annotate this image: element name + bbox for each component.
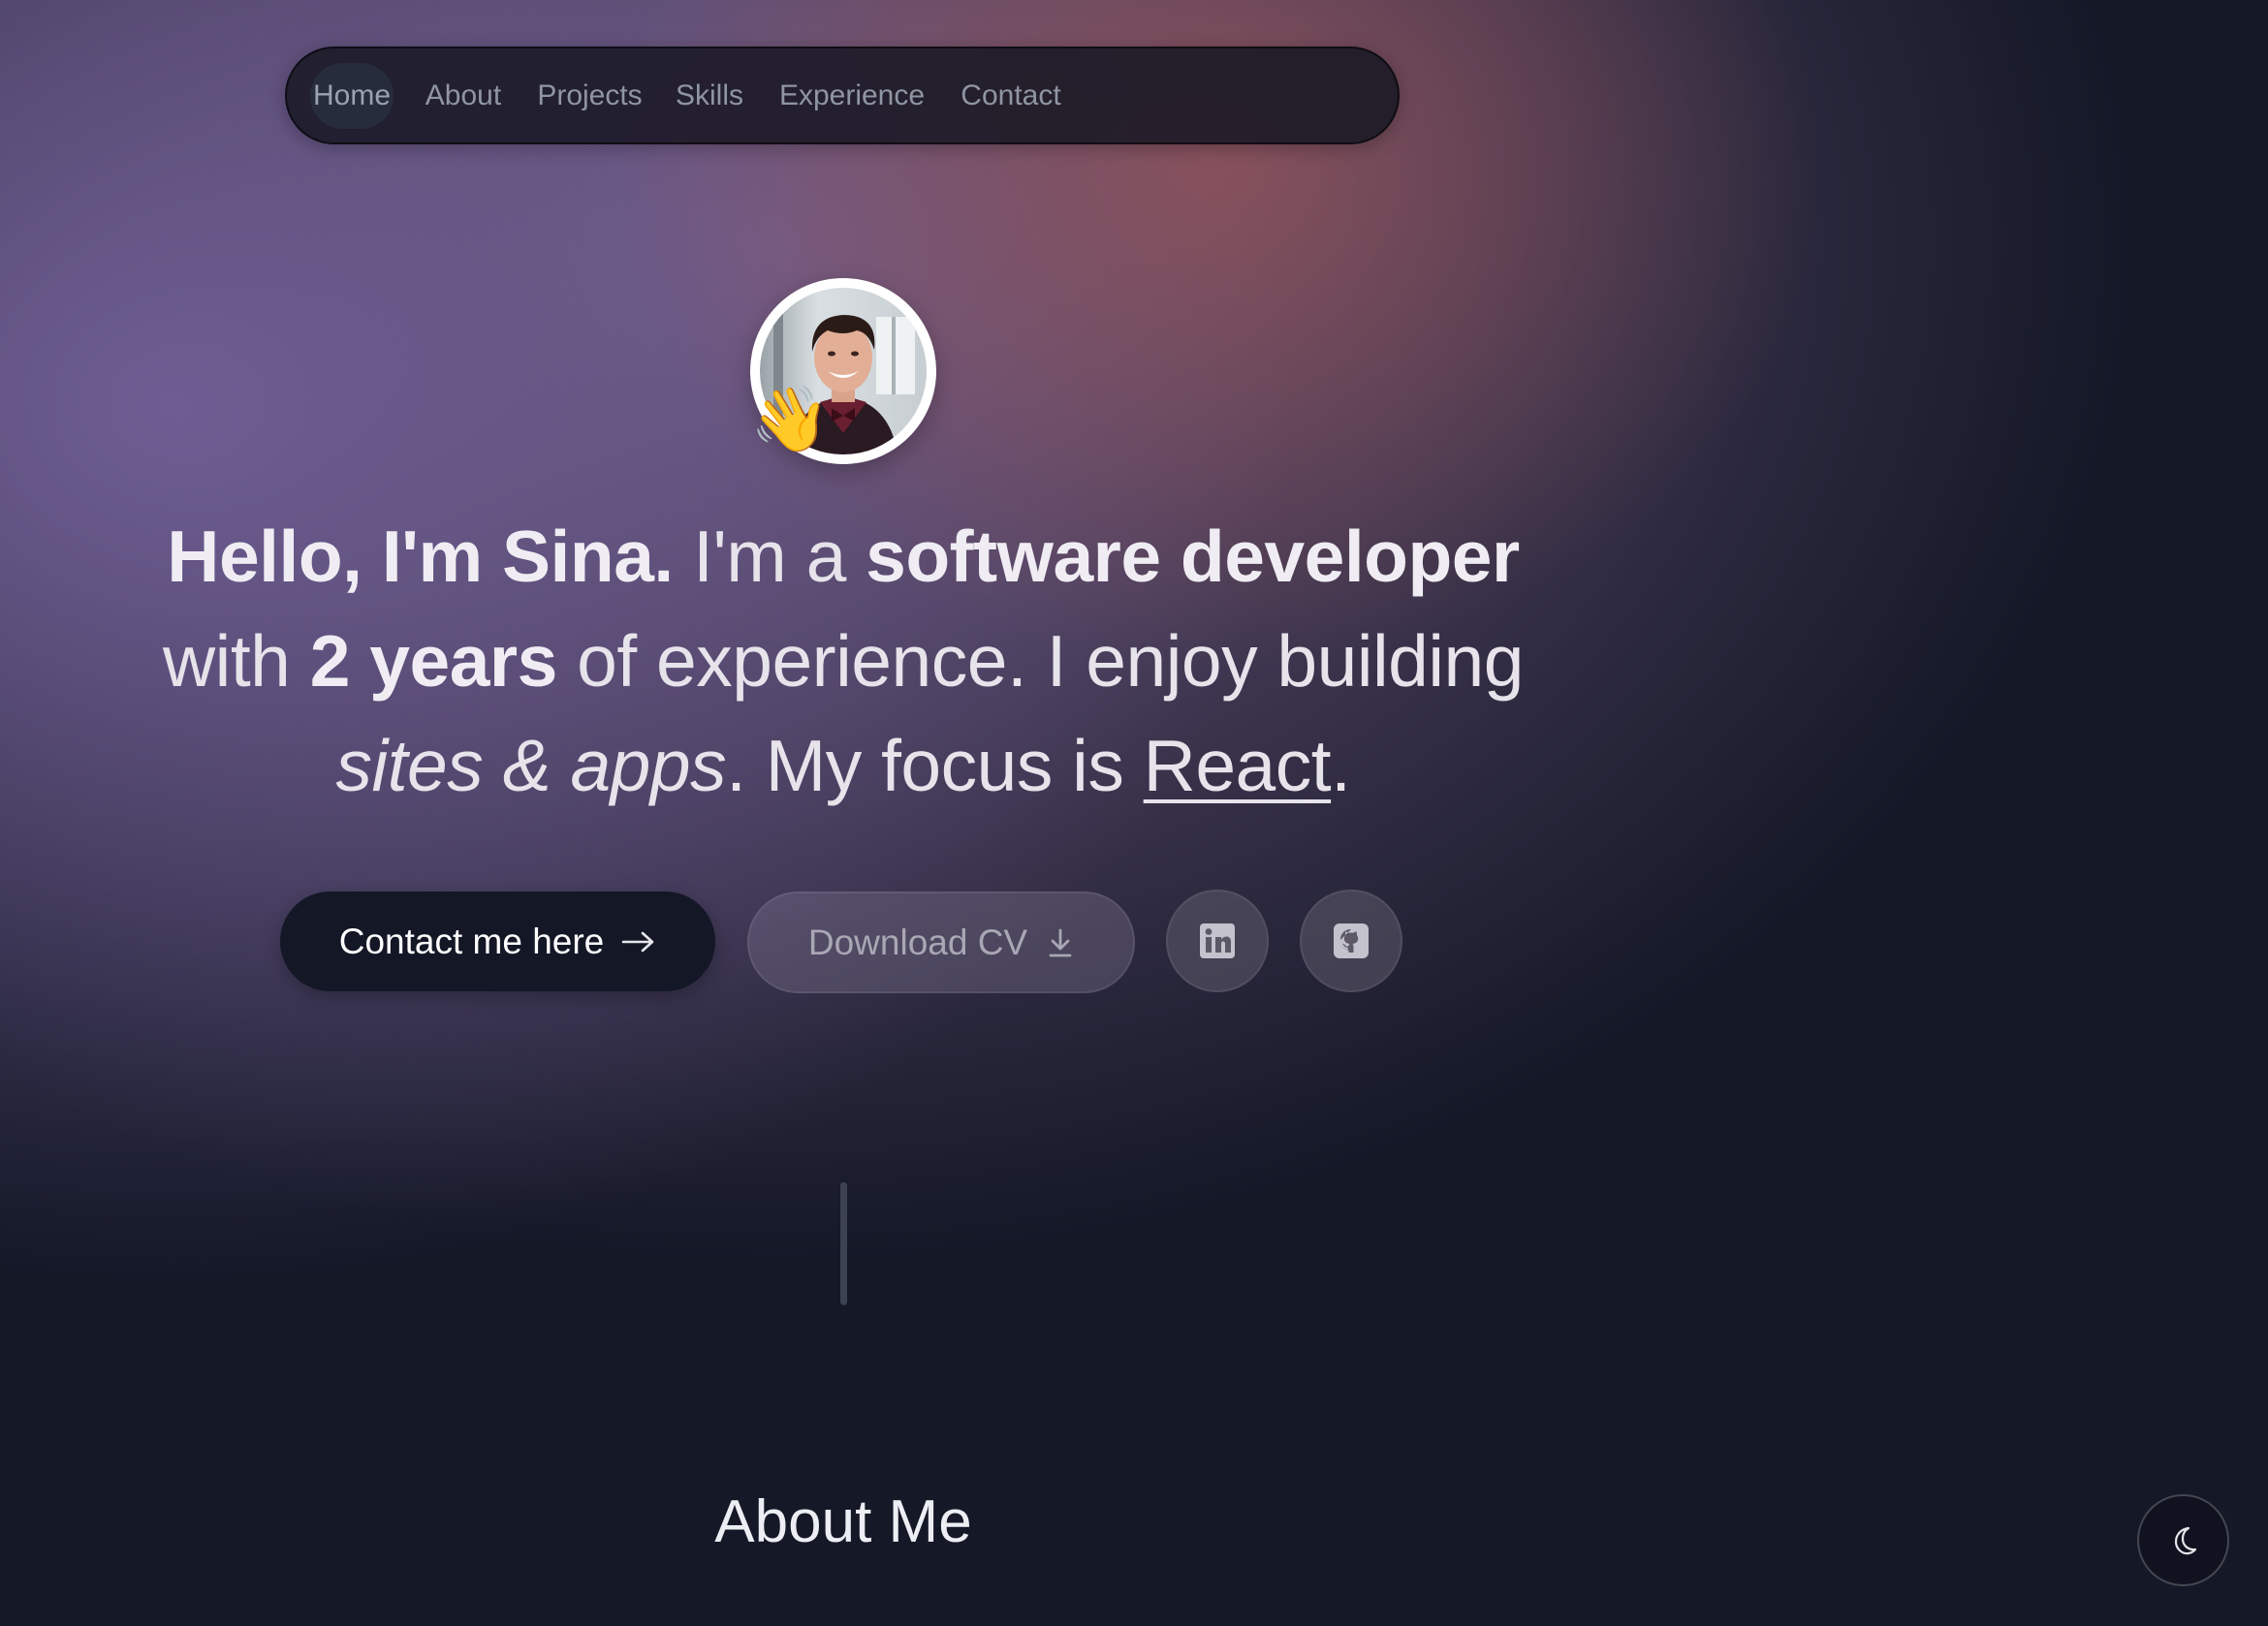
arrow-right-icon — [621, 931, 654, 952]
headline-text-3: of experience. I enjoy building — [556, 620, 1524, 702]
scroll-indicator — [840, 1182, 847, 1305]
linkedin-icon — [1200, 923, 1235, 958]
headline-role: software developer — [866, 516, 1520, 597]
nav-home[interactable]: Home — [310, 63, 394, 129]
nav-skills[interactable]: Skills — [675, 63, 744, 129]
contact-me-label: Contact me here — [338, 921, 605, 961]
contact-me-button[interactable]: Contact me here — [280, 891, 715, 991]
waving-hand-icon: 👋 — [750, 383, 831, 454]
nav-projects[interactable]: Projects — [535, 63, 645, 129]
github-icon — [1334, 923, 1369, 958]
headline-years: 2 years — [309, 620, 558, 702]
github-button[interactable] — [1300, 890, 1402, 992]
hero-headline: Hello, I'm Sina. I'm a software develope… — [107, 504, 1580, 818]
headline-text-2: with — [163, 620, 310, 702]
download-cv-button[interactable]: Download CV — [747, 891, 1135, 993]
nav-about[interactable]: About — [423, 63, 504, 129]
moon-icon — [2174, 1526, 2196, 1554]
headline-craft: sites & apps — [335, 725, 727, 806]
nav-contact[interactable]: Contact — [958, 63, 1064, 129]
headline-text-4: . My focus is — [726, 725, 1144, 806]
nav-experience[interactable]: Experience — [777, 63, 927, 129]
about-section-title: About Me — [714, 1488, 972, 1555]
theme-toggle-button[interactable] — [2137, 1494, 2229, 1586]
headline-text-1: I'm a — [673, 516, 866, 597]
download-icon — [1049, 928, 1072, 956]
main-nav: Home About Projects Skills Experience Co… — [285, 47, 1400, 144]
headline-focus: React — [1143, 725, 1332, 806]
download-cv-label: Download CV — [807, 922, 1028, 962]
linkedin-button[interactable] — [1166, 890, 1269, 992]
avatar: 👋 — [750, 278, 936, 464]
headline-greeting: Hello, I'm Sina. — [167, 516, 674, 597]
headline-text-5: . — [1331, 725, 1351, 806]
